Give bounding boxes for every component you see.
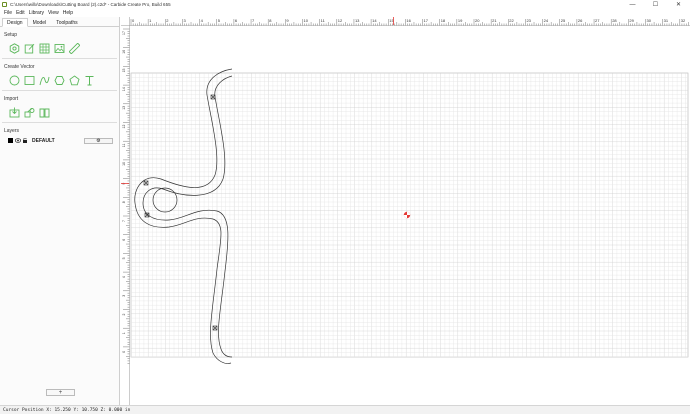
divider bbox=[2, 90, 117, 91]
ruler-label-y: 2 bbox=[122, 314, 126, 316]
close-button[interactable]: ✕ bbox=[667, 0, 690, 9]
ruler-label-y: 10 bbox=[122, 162, 126, 166]
ruler-label-x: 27 bbox=[595, 18, 600, 23]
tab-model[interactable]: Model bbox=[28, 18, 52, 27]
tab-bar: Design Model Toolpaths bbox=[0, 17, 119, 27]
pentagon-icon[interactable] bbox=[68, 74, 80, 86]
ruler-label-x: 32 bbox=[681, 18, 686, 23]
divider bbox=[2, 122, 117, 123]
layer-name: DEFAULT bbox=[32, 137, 55, 144]
menu-edit[interactable]: Edit bbox=[16, 10, 25, 16]
menu-bar: File Edit Library View Help bbox=[0, 9, 690, 17]
origin-marker-icon bbox=[403, 211, 411, 219]
cursor-position-readout: Cursor Position X: 15.250 Y: 10.750 Z: 0… bbox=[3, 407, 131, 413]
app-logo-icon bbox=[2, 2, 7, 7]
ruler-label-x: 13 bbox=[355, 18, 360, 23]
import-image-icon[interactable] bbox=[23, 106, 35, 118]
ruler-label-x: 19 bbox=[458, 18, 463, 23]
section-layers-label: Layers bbox=[4, 128, 20, 134]
ruler-label-y: 4 bbox=[122, 276, 126, 278]
ruler-label-y: 12 bbox=[122, 125, 126, 129]
ruler-label-x: 16 bbox=[406, 18, 411, 23]
title-bar: C:\Users\willx\Downloads\Cutting Board (… bbox=[0, 0, 690, 9]
curve-icon[interactable] bbox=[38, 74, 50, 86]
polygon-icon[interactable] bbox=[53, 74, 65, 86]
ruler-label-y: 17 bbox=[122, 31, 126, 35]
layer-color-swatch[interactable] bbox=[8, 138, 13, 143]
ruler-label-y: 1 bbox=[122, 332, 126, 334]
text-icon[interactable] bbox=[83, 74, 95, 86]
layer-settings-button[interactable]: ⚙ bbox=[84, 137, 113, 144]
eye-icon[interactable] bbox=[15, 138, 21, 143]
ruler-label-x: 25 bbox=[561, 18, 566, 23]
add-layer-button[interactable]: + bbox=[46, 389, 75, 396]
import-svg-icon[interactable] bbox=[8, 106, 20, 118]
ruler-label-y: 7 bbox=[122, 220, 126, 222]
menu-view[interactable]: View bbox=[48, 10, 59, 16]
ruler-label-x: 20 bbox=[475, 18, 480, 23]
ruler-label-y: 16 bbox=[122, 50, 126, 54]
ruler-label-y: 13 bbox=[122, 106, 126, 110]
maximize-button[interactable]: ☐ bbox=[644, 0, 667, 9]
ruler-label-y: 8 bbox=[122, 201, 126, 203]
image-icon[interactable] bbox=[53, 42, 65, 54]
divider bbox=[2, 58, 117, 59]
vector-tools bbox=[8, 74, 119, 86]
section-create-vector-label: Create Vector bbox=[4, 64, 35, 70]
rectangle-icon[interactable] bbox=[23, 74, 35, 86]
section-import-label: Import bbox=[4, 96, 19, 102]
ruler-label-x: 30 bbox=[647, 18, 652, 23]
menu-help[interactable]: Help bbox=[63, 10, 73, 16]
tab-toolpaths[interactable]: Toolpaths bbox=[51, 18, 82, 27]
ruler-label-x: 29 bbox=[629, 18, 634, 23]
ruler-label-y: 0 bbox=[122, 351, 126, 353]
setup-tools bbox=[8, 42, 119, 54]
ruler-label-x: 17 bbox=[424, 18, 429, 23]
ruler-label-x: 12 bbox=[338, 18, 343, 23]
grid-icon[interactable] bbox=[38, 42, 50, 54]
sidebar: Design Model Toolpaths Setup Create Vect… bbox=[0, 17, 120, 405]
ruler-label-x: 10 bbox=[304, 18, 309, 23]
ruler-label-y: 5 bbox=[122, 257, 126, 259]
ruler-label-x: 18 bbox=[441, 18, 446, 23]
ruler-label-x: 23 bbox=[526, 18, 531, 23]
circle-icon[interactable] bbox=[8, 74, 20, 86]
settings-hex-icon[interactable] bbox=[8, 42, 20, 54]
ruler-label-y: 15 bbox=[122, 68, 126, 72]
menu-file[interactable]: File bbox=[4, 10, 12, 16]
ruler-label-x: 28 bbox=[612, 18, 617, 23]
import-tools bbox=[8, 106, 119, 118]
minimize-button[interactable]: — bbox=[621, 0, 644, 9]
status-bar: Cursor Position X: 15.250 Y: 10.750 Z: 0… bbox=[0, 405, 690, 414]
design-canvas[interactable]: 0 1 2 3 4 5 6 7 8 9 10 11 12 13 14 15 16 17 18 19 20 21 22 23 24… bbox=[121, 17, 690, 405]
ruler-label-x: 22 bbox=[509, 18, 514, 23]
window-controls: — ☐ ✕ bbox=[621, 0, 690, 9]
edit-document-icon[interactable] bbox=[23, 42, 35, 54]
ruler-label-y: 11 bbox=[122, 144, 126, 148]
ruler-label-x: 21 bbox=[492, 18, 497, 23]
ruler-label-x: 24 bbox=[544, 18, 549, 23]
library-book-icon[interactable] bbox=[38, 106, 50, 118]
ruler-label-y: 6 bbox=[122, 239, 126, 241]
ruler-icon[interactable] bbox=[68, 42, 80, 54]
ruler-label-x: 31 bbox=[664, 18, 669, 23]
ruler-label-x: 26 bbox=[578, 18, 583, 23]
layer-row[interactable]: DEFAULT ⚙ bbox=[8, 137, 119, 144]
window-title: C:\Users\willx\Downloads\Cutting Board (… bbox=[10, 2, 171, 7]
lock-icon[interactable] bbox=[22, 138, 28, 143]
tab-design[interactable]: Design bbox=[2, 18, 28, 27]
ruler-label-x: 14 bbox=[372, 18, 377, 23]
menu-library[interactable]: Library bbox=[29, 10, 44, 16]
section-setup-label: Setup bbox=[4, 32, 18, 38]
ruler-label-y: 14 bbox=[122, 87, 126, 91]
canvas-svg[interactable]: 0 1 2 3 4 5 6 7 8 9 10 11 12 13 14 15 16 17 18 19 20 21 22 23 24… bbox=[121, 17, 690, 405]
ruler-label-y: 3 bbox=[122, 295, 126, 297]
